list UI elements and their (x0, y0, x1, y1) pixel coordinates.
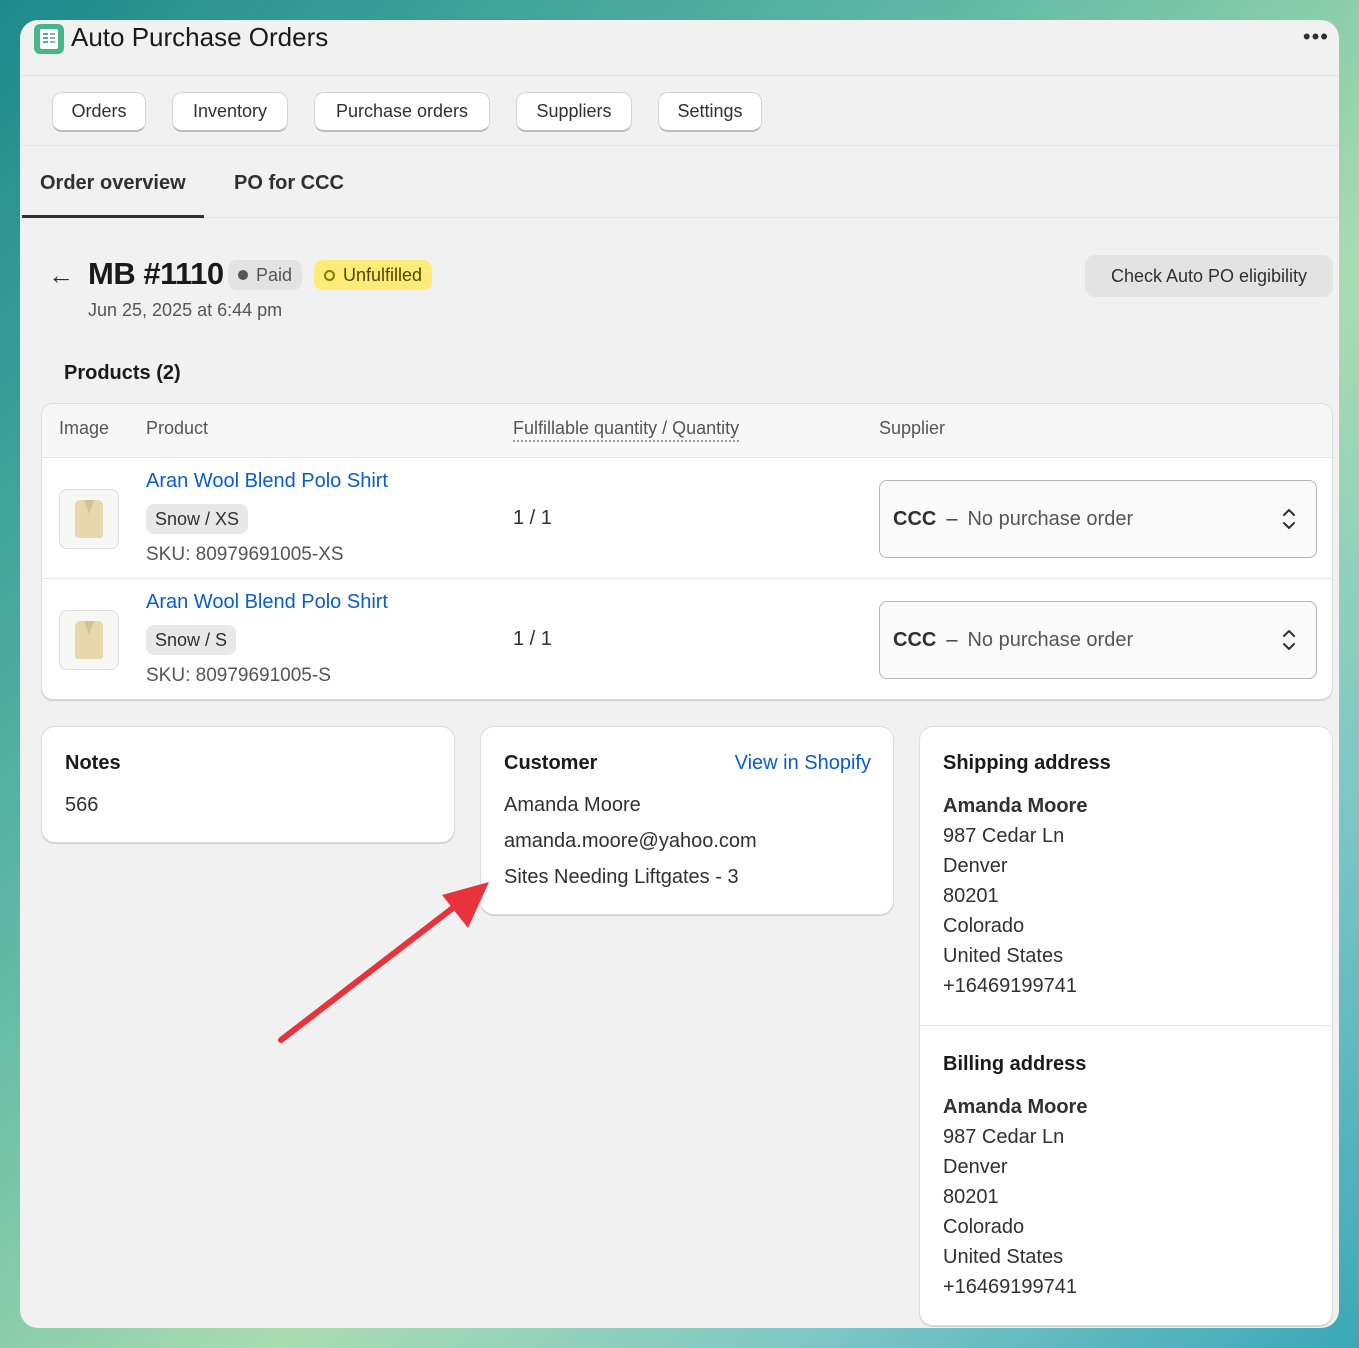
nav-settings-button[interactable]: Settings (658, 92, 762, 132)
notes-value: 566 (65, 794, 99, 816)
product-image (59, 610, 119, 670)
billing-state: Colorado (943, 1216, 1025, 1238)
nav-purchase-orders-button[interactable]: Purchase orders (314, 92, 490, 132)
po-status: No purchase order (967, 507, 1134, 530)
app-window: Auto Purchase Orders ••• Orders Inventor… (20, 20, 1339, 1328)
billing-zip: 80201 (943, 1186, 999, 1208)
supplier-select[interactable]: CCC – No purchase order (879, 601, 1317, 679)
paid-status-badge: Paid (228, 260, 303, 290)
variant-badge: Snow / S (146, 625, 237, 655)
app-title: Auto Purchase Orders (71, 22, 329, 52)
supplier-separator: – (946, 628, 958, 651)
shipping-city: Denver (943, 855, 1008, 877)
shipping-zip: 80201 (943, 885, 999, 907)
customer-email: amanda.moore@yahoo.com (504, 830, 757, 852)
status-dot-icon (238, 270, 248, 280)
quantity-value: 1 / 1 (513, 628, 552, 650)
product-image (59, 489, 119, 549)
supplier-name: CCC (893, 507, 937, 530)
view-in-shopify-link[interactable]: View in Shopify (735, 752, 871, 775)
nav-inventory-button[interactable]: Inventory (172, 92, 288, 132)
order-date: Jun 25, 2025 at 6:44 pm (88, 300, 283, 320)
fulfillment-status-badge: Unfulfilled (314, 260, 433, 290)
nav-bar: Orders Inventory Purchase orders Supplie… (20, 76, 1339, 146)
column-header-quantity[interactable]: Fulfillable quantity / Quantity (513, 418, 740, 442)
customer-name: Amanda Moore (504, 794, 641, 816)
customer-note: Sites Needing Liftgates - 3 (504, 866, 739, 888)
address-divider (920, 1025, 1332, 1026)
column-header-image: Image (59, 418, 110, 438)
column-header-product: Product (146, 418, 209, 438)
billing-city: Denver (943, 1156, 1008, 1178)
more-options-icon[interactable]: ••• (1303, 24, 1329, 50)
product-name-link[interactable]: Aran Wool Blend Polo Shirt (146, 470, 388, 493)
billing-address: Amanda Moore 987 Cedar Ln Denver 80201 C… (943, 1092, 1087, 1302)
supplier-separator: – (946, 507, 958, 530)
table-header: Image Product Fulfillable quantity / Qua… (42, 404, 1332, 458)
supplier-select[interactable]: CCC – No purchase order (879, 480, 1317, 558)
customer-title: Customer (504, 752, 598, 774)
billing-country: United States (943, 1246, 1064, 1268)
shipping-name: Amanda Moore (943, 795, 1088, 817)
column-header-supplier: Supplier (879, 418, 946, 438)
supplier-name: CCC (893, 628, 937, 651)
product-sku: SKU: 80979691005-S (146, 665, 331, 686)
shipping-state: Colorado (943, 915, 1025, 937)
select-chevron-icon (1283, 509, 1295, 529)
active-tab-indicator (22, 215, 204, 218)
back-arrow-icon[interactable]: ← (48, 260, 74, 291)
product-sku: SKU: 80979691005-XS (146, 544, 344, 565)
notes-title: Notes (65, 752, 121, 774)
billing-address-title: Billing address (943, 1053, 1087, 1075)
billing-name: Amanda Moore (943, 1096, 1088, 1118)
title-bar: Auto Purchase Orders ••• (20, 20, 1339, 76)
shipping-country: United States (943, 945, 1064, 967)
table-row: Aran Wool Blend Polo Shirt Snow / S SKU:… (42, 579, 1332, 699)
paid-badge-label: Paid (256, 264, 293, 285)
billing-phone: +16469199741 (943, 1276, 1078, 1298)
shirt-icon (75, 621, 103, 659)
product-name-link[interactable]: Aran Wool Blend Polo Shirt (146, 591, 388, 614)
tab-po-for-ccc[interactable]: PO for CCC (234, 172, 344, 195)
check-auto-po-eligibility-button[interactable]: Check Auto PO eligibility (1085, 255, 1333, 297)
fulfillment-badge-label: Unfulfilled (343, 264, 423, 285)
status-ring-icon (324, 269, 335, 281)
products-heading: Products (2) (64, 362, 181, 384)
billing-street: 987 Cedar Ln (943, 1126, 1065, 1148)
nav-orders-button[interactable]: Orders (52, 92, 146, 132)
shipping-street: 987 Cedar Ln (943, 825, 1065, 847)
table-row: Aran Wool Blend Polo Shirt Snow / XS SKU… (42, 458, 1332, 579)
quantity-value: 1 / 1 (513, 507, 552, 529)
address-card: Shipping address Amanda Moore 987 Cedar … (919, 726, 1333, 1326)
tab-order-overview[interactable]: Order overview (40, 172, 186, 195)
products-table: Image Product Fulfillable quantity / Qua… (41, 403, 1333, 700)
customer-card: Customer View in Shopify Amanda Moore am… (480, 726, 894, 915)
notes-card: Notes 566 (41, 726, 455, 843)
spreadsheet-icon (34, 24, 64, 54)
select-chevron-icon (1283, 630, 1295, 650)
shipping-phone: +16469199741 (943, 975, 1078, 997)
variant-badge: Snow / XS (146, 504, 249, 534)
shirt-icon (75, 500, 103, 538)
shipping-address: Amanda Moore 987 Cedar Ln Denver 80201 C… (943, 791, 1087, 1001)
order-title: MB #1110 (88, 256, 224, 291)
shipping-address-title: Shipping address (943, 752, 1111, 774)
tab-bar: Order overview PO for CCC (20, 146, 1339, 218)
nav-suppliers-button[interactable]: Suppliers (516, 92, 632, 132)
po-status: No purchase order (967, 628, 1134, 651)
